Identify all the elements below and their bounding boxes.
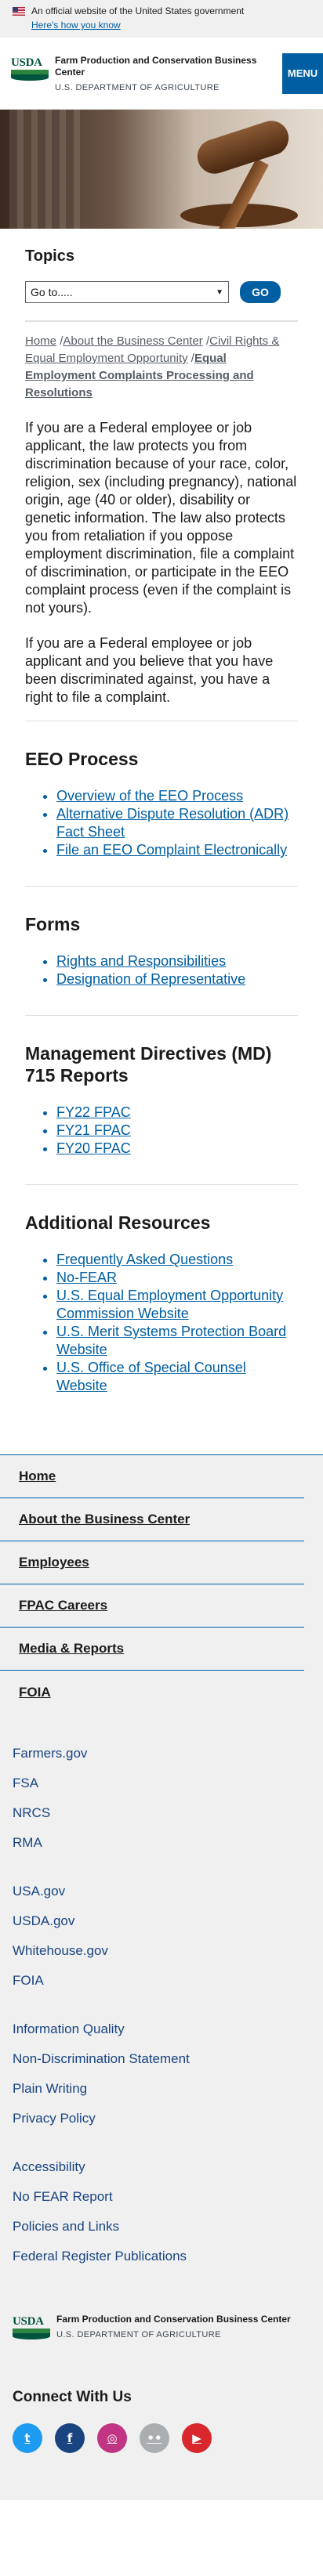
connect-heading: Connect With Us (13, 2389, 132, 2405)
list-item: Overview of the EEO Process (56, 787, 298, 805)
list-item: U.S. Merit Systems Protection Board Webs… (56, 1323, 298, 1359)
us-flag-icon (13, 6, 25, 16)
no-fear-report-link[interactable]: No FEAR Report (13, 2182, 310, 2212)
connect-section: Connect With Us t f ◎ •• ▶ (0, 2373, 323, 2500)
forms-section: Forms Rights and Responsibilities Design… (25, 887, 298, 1016)
fy21-link[interactable]: FY21 FPAC (56, 1122, 131, 1138)
main-content: Topics Go to..... ▼ GO Home /About the B… (0, 229, 323, 1422)
gov-banner-text: An official website of the United States… (31, 5, 245, 16)
breadcrumb: Home /About the Business Center /Civil R… (25, 322, 298, 402)
site-header: USDA Farm Production and Conservation Bu… (0, 38, 323, 110)
osc-link[interactable]: U.S. Office of Special Counsel Website (56, 1360, 246, 1393)
privacy-policy-link[interactable]: Privacy Policy (13, 2104, 310, 2133)
menu-button[interactable]: MENU (282, 52, 323, 94)
usda-logo: USDA (13, 2315, 50, 2342)
section-heading: Forms (25, 914, 81, 934)
heres-how-you-know-link[interactable]: Here's how you know (31, 19, 121, 31)
footer-nav-about[interactable]: About the Business Center (0, 1498, 304, 1541)
footer-nav: Home About the Business Center Employees… (0, 1454, 323, 1714)
nrcs-link[interactable]: NRCS (13, 1798, 310, 1828)
section-heading: EEO Process (25, 749, 139, 769)
list-item: FY22 FPAC (56, 1104, 298, 1122)
list-item: U.S. Office of Special Counsel Website (56, 1359, 298, 1395)
eeo-process-section: EEO Process Overview of the EEO Process … (25, 721, 298, 887)
topics-select[interactable]: Go to..... ▼ (25, 281, 229, 303)
plain-writing-link[interactable]: Plain Writing (13, 2074, 310, 2104)
federal-register-link[interactable]: Federal Register Publications (13, 2242, 310, 2271)
faq-link[interactable]: Frequently Asked Questions (56, 1252, 233, 1267)
rma-link[interactable]: RMA (13, 1828, 310, 1858)
list-item: Alternative Dispute Resolution (ADR) Fac… (56, 805, 298, 841)
file-complaint-link[interactable]: File an EEO Complaint Electronically (56, 842, 287, 858)
breadcrumb-home[interactable]: Home (25, 334, 56, 348)
list-item: No-FEAR (56, 1269, 298, 1287)
information-quality-link[interactable]: Information Quality (13, 2014, 310, 2044)
usda-logo: USDA (11, 56, 49, 83)
non-discrimination-link[interactable]: Non-Discrimination Statement (13, 2044, 310, 2074)
fy22-link[interactable]: FY22 FPAC (56, 1104, 131, 1120)
footer-link-group: Information Quality Non-Discrimination S… (13, 2014, 310, 2133)
overview-eeo-link[interactable]: Overview of the EEO Process (56, 788, 243, 804)
list-item: FY21 FPAC (56, 1122, 298, 1140)
list-item: Rights and Responsibilities (56, 952, 298, 970)
rights-paragraph: If you are a Federal employee or job app… (25, 635, 274, 705)
department-name: U.S. DEPARTMENT OF AGRICULTURE (55, 82, 220, 92)
gov-banner: An official website of the United States… (0, 0, 323, 38)
footer-nav-careers[interactable]: FPAC Careers (0, 1584, 304, 1628)
footer-nav-employees[interactable]: Employees (0, 1541, 304, 1584)
fsa-link[interactable]: FSA (13, 1769, 310, 1798)
agency-name: Farm Production and Conservation Busines… (55, 54, 257, 78)
list-item: Frequently Asked Questions (56, 1251, 298, 1269)
mspb-link[interactable]: U.S. Merit Systems Protection Board Webs… (56, 1324, 286, 1357)
list-item: FY20 FPAC (56, 1140, 298, 1158)
go-button[interactable]: GO (240, 281, 281, 303)
list-item: File an EEO Complaint Electronically (56, 841, 298, 859)
whitehouse-gov-link[interactable]: Whitehouse.gov (13, 1936, 310, 1966)
site-brand[interactable]: USDA Farm Production and Conservation Bu… (11, 55, 282, 92)
md715-section: Management Directives (MD) 715 Reports F… (25, 1016, 298, 1185)
section-heading: Management Directives (MD) 715 Reports (25, 1043, 272, 1086)
no-fear-link[interactable]: No-FEAR (56, 1270, 117, 1285)
rights-responsibilities-link[interactable]: Rights and Responsibilities (56, 953, 226, 969)
footer-link-group: Accessibility No FEAR Report Policies an… (13, 2152, 310, 2271)
footer-nav-home[interactable]: Home (0, 1455, 304, 1498)
footer-link-group: USA.gov USDA.gov Whitehouse.gov FOIA (13, 1877, 310, 1996)
designation-representative-link[interactable]: Designation of Representative (56, 971, 245, 987)
eeoc-link[interactable]: U.S. Equal Employment Opportunity Commis… (56, 1288, 283, 1321)
instagram-icon[interactable]: ◎ (97, 2423, 127, 2453)
list-item: U.S. Equal Employment Opportunity Commis… (56, 1287, 298, 1323)
accessibility-link[interactable]: Accessibility (13, 2152, 310, 2182)
footer-nav-foia[interactable]: FOIA (0, 1671, 304, 1714)
intro-paragraph: If you are a Federal employee or job app… (25, 420, 297, 616)
topics-heading: Topics (25, 247, 74, 265)
chevron-down-icon: ▼ (216, 287, 223, 297)
footer-brand: USDA Farm Production and Conservation Bu… (0, 2298, 323, 2373)
adr-fact-sheet-link[interactable]: Alternative Dispute Resolution (ADR) Fac… (56, 806, 289, 840)
flickr-icon[interactable]: •• (140, 2423, 169, 2453)
topics-box: Topics Go to..... ▼ GO (25, 229, 298, 322)
usda-logo-text: USDA (11, 56, 42, 69)
list-item: Designation of Representative (56, 970, 298, 988)
footer-agency-name: Farm Production and Conservation Busines… (56, 2314, 291, 2325)
usa-gov-link[interactable]: USA.gov (13, 1877, 310, 1906)
footer-link-group: Farmers.gov FSA NRCS RMA (13, 1739, 310, 1858)
additional-resources-section: Additional Resources Frequently Asked Qu… (25, 1185, 298, 1422)
twitter-icon[interactable]: t (13, 2423, 42, 2453)
policies-links-link[interactable]: Policies and Links (13, 2212, 310, 2242)
foia-link[interactable]: FOIA (13, 1966, 310, 1996)
usda-gov-link[interactable]: USDA.gov (13, 1906, 310, 1936)
social-links: t f ◎ •• ▶ (13, 2423, 310, 2453)
fy20-link[interactable]: FY20 FPAC (56, 1140, 131, 1156)
footer-nav-media-reports[interactable]: Media & Reports (0, 1628, 304, 1671)
hero-image-gavel (0, 110, 323, 229)
facebook-icon[interactable]: f (55, 2423, 85, 2453)
footer-links: Farmers.gov FSA NRCS RMA USA.gov USDA.go… (0, 1714, 323, 2298)
topics-select-value: Go to..... (31, 286, 73, 298)
footer-department-name: U.S. DEPARTMENT OF AGRICULTURE (56, 2330, 221, 2339)
usda-logo-text: USDA (13, 2315, 44, 2328)
section-heading: Additional Resources (25, 1212, 211, 1233)
breadcrumb-about[interactable]: About the Business Center (63, 334, 202, 348)
youtube-icon[interactable]: ▶ (182, 2423, 212, 2453)
farmers-gov-link[interactable]: Farmers.gov (13, 1739, 310, 1769)
